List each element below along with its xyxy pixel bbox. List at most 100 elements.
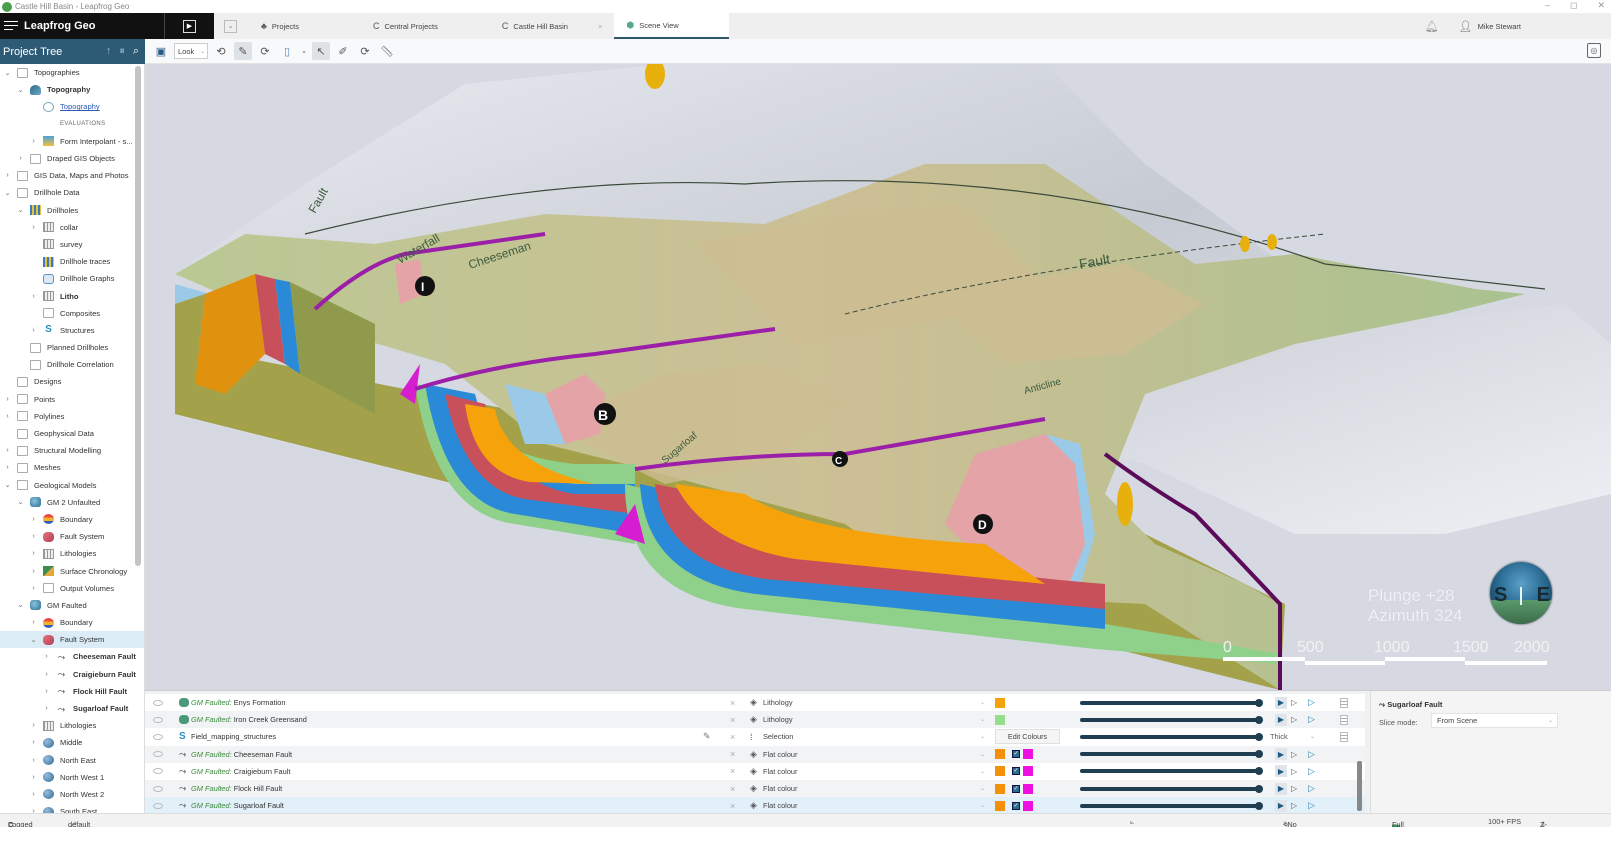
- render-outline-icon[interactable]: ▷: [1308, 783, 1315, 794]
- tree-item[interactable]: › Form Interpolant - s...: [0, 133, 144, 150]
- render-solid-icon[interactable]: ▶: [1275, 713, 1287, 726]
- presentation-button[interactable]: ▶: [164, 13, 214, 39]
- chevron-down-icon[interactable]: ⌄: [1310, 733, 1315, 740]
- tree-item[interactable]: › Lithologies: [0, 545, 144, 562]
- chevron-right-icon[interactable]: ›: [29, 516, 38, 523]
- close-tab-icon[interactable]: ×: [598, 22, 602, 31]
- checkbox-checked[interactable]: ✓: [1012, 801, 1020, 810]
- shown-objects-scrollbar[interactable]: [1357, 761, 1362, 811]
- chevron-down-icon[interactable]: ⌄: [3, 69, 12, 77]
- slider-handle[interactable]: [1255, 698, 1263, 707]
- chevron-right-icon[interactable]: ›: [3, 396, 12, 403]
- render-slice-icon[interactable]: ▷: [1291, 750, 1297, 759]
- visibility-eye-icon[interactable]: [153, 768, 163, 775]
- chevron-right-icon[interactable]: ›: [3, 464, 12, 471]
- render-outline-icon[interactable]: ▷: [1308, 714, 1315, 725]
- tree-item[interactable]: Geophysical Data: [0, 425, 144, 442]
- colour-swatch[interactable]: [995, 800, 1005, 811]
- shown-object-row[interactable]: ⤳ GM Faulted: Craigieburn Fault × ◈ Flat col…: [145, 762, 1365, 780]
- tab-scene-view[interactable]: ⬢ Scene View: [614, 13, 730, 39]
- tree-item[interactable]: EVALUATIONS: [0, 116, 144, 133]
- render-slice-icon[interactable]: ▷: [1291, 801, 1297, 810]
- tree-item[interactable]: › North West 1: [0, 769, 144, 786]
- slider-handle[interactable]: [1255, 750, 1263, 759]
- tree-item[interactable]: › Structural Modelling: [0, 442, 144, 459]
- chevron-right-icon[interactable]: ›: [29, 739, 38, 746]
- chevron-down-icon[interactable]: ⌄: [980, 716, 985, 723]
- tree-item[interactable]: › ⤳ Craigieburn Fault: [0, 666, 144, 683]
- chevron-down-icon[interactable]: ⌄: [29, 636, 38, 644]
- shown-object-row[interactable]: GM Faulted: Enys Formation × ◈ Lithology ⌄ ▶ ▷…: [145, 694, 1365, 712]
- draw-line-icon[interactable]: ✐: [334, 42, 352, 60]
- chevron-right-icon[interactable]: ›: [42, 653, 51, 660]
- tree-item[interactable]: Topography: [0, 98, 144, 115]
- tree-item[interactable]: ⌄ Geological Models: [0, 477, 144, 494]
- search-icon[interactable]: ⌕: [133, 45, 139, 58]
- colour-type-select[interactable]: Flat colour: [763, 801, 798, 810]
- chevron-right-icon[interactable]: ›: [29, 224, 38, 231]
- tab-central-projects[interactable]: C Central Projects: [361, 13, 450, 39]
- pause-icon[interactable]: ⏸: [119, 45, 125, 58]
- rotate-icon[interactable]: ⟲: [212, 42, 230, 60]
- remove-object-icon[interactable]: ×: [730, 698, 735, 708]
- remove-object-icon[interactable]: ×: [730, 715, 735, 725]
- chevron-right-icon[interactable]: ›: [29, 774, 38, 781]
- transparency-slider[interactable]: [1080, 767, 1263, 776]
- colour-swatch-secondary[interactable]: [1023, 783, 1033, 794]
- tree-item[interactable]: › South East: [0, 803, 144, 813]
- tree-item[interactable]: › S Structures: [0, 322, 144, 339]
- render-solid-icon[interactable]: ▶: [1275, 748, 1287, 761]
- tree-item[interactable]: › Points: [0, 391, 144, 408]
- visibility-eye-icon[interactable]: [153, 699, 163, 706]
- chevron-right-icon[interactable]: ›: [42, 688, 51, 695]
- render-outline-icon[interactable]: ▷: [1308, 697, 1315, 708]
- tree-item[interactable]: ⌄ Topography: [0, 81, 144, 98]
- chevron-right-icon[interactable]: ›: [42, 705, 51, 712]
- shown-object-row[interactable]: ⤳ GM Faulted: Cheeseman Fault × ◈ Flat colou…: [145, 745, 1365, 763]
- chevron-right-icon[interactable]: ›: [3, 172, 12, 179]
- notification-bell-icon[interactable]: 🔔︎: [1425, 20, 1439, 33]
- tree-item[interactable]: Designs: [0, 373, 144, 390]
- properties-list-icon[interactable]: [1340, 697, 1348, 708]
- user-menu[interactable]: 👤︎ Mike Stewart: [1459, 20, 1521, 33]
- restore-button[interactable]: ◻: [1570, 0, 1577, 11]
- tab-projects[interactable]: ♣ Projects: [249, 13, 311, 39]
- slider-handle[interactable]: [1255, 784, 1263, 793]
- edit-pencil-icon[interactable]: ✎: [703, 731, 711, 742]
- visibility-eye-icon[interactable]: [153, 733, 163, 740]
- visibility-eye-icon[interactable]: [153, 716, 163, 723]
- checkbox-checked[interactable]: ✓: [1012, 784, 1020, 793]
- colour-swatch[interactable]: [995, 714, 1005, 725]
- shown-object-row[interactable]: ⤳ GM Faulted: Flock Hill Fault × ◈ Flat colo…: [145, 779, 1365, 798]
- render-solid-icon[interactable]: ▶: [1275, 782, 1287, 795]
- transparency-slider[interactable]: [1080, 784, 1263, 793]
- chevron-right-icon[interactable]: ›: [29, 568, 38, 575]
- chevron-down-icon[interactable]: ⌄: [980, 699, 985, 706]
- tree-item[interactable]: Drillhole traces: [0, 253, 144, 270]
- slice-mode-select[interactable]: From Scene ⌄: [1431, 713, 1558, 728]
- tab-castle-hill-basin[interactable]: C Castle Hill Basin ×: [490, 13, 615, 39]
- scene-view-3d[interactable]: Fault Waterfall Cheeseman Fault Anticlin…: [145, 64, 1611, 690]
- slider-handle[interactable]: [1255, 801, 1263, 810]
- colour-swatch[interactable]: [995, 766, 1005, 777]
- tree-item[interactable]: › Meshes: [0, 459, 144, 476]
- checkbox-checked[interactable]: ✓: [1012, 750, 1020, 759]
- chevron-down-icon[interactable]: ⌄: [16, 86, 25, 94]
- chevron-down-icon[interactable]: ⌄: [980, 733, 985, 740]
- draw-pen-icon[interactable]: ✎: [234, 42, 252, 60]
- chevron-right-icon[interactable]: ›: [29, 757, 38, 764]
- render-slice-icon[interactable]: ▷: [1291, 698, 1297, 707]
- chevron-down-icon[interactable]: ⌄: [980, 802, 985, 809]
- refresh-icon[interactable]: ⟳: [256, 42, 274, 60]
- tree-item[interactable]: › Fault System: [0, 528, 144, 545]
- render-outline-icon[interactable]: ▷: [1308, 749, 1315, 760]
- chevron-right-icon[interactable]: ›: [29, 327, 38, 334]
- transparency-slider[interactable]: [1080, 732, 1263, 741]
- tree-item[interactable]: › ⤳ Flock Hill Fault: [0, 683, 144, 700]
- colour-type-select[interactable]: Lithology: [763, 715, 793, 724]
- render-slice-icon[interactable]: ▷: [1291, 767, 1297, 776]
- hamburger-menu-icon[interactable]: [4, 20, 18, 32]
- colour-swatch-secondary[interactable]: [1023, 766, 1033, 777]
- screenshot-camera-icon[interactable]: ◎: [1587, 43, 1601, 58]
- chevron-right-icon[interactable]: ›: [29, 791, 38, 798]
